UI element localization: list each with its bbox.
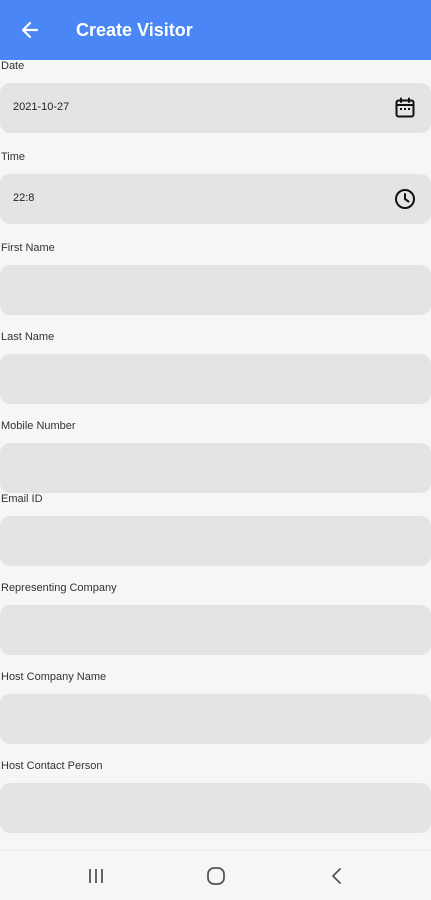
representing-company-field[interactable] — [0, 605, 431, 655]
last-name-field[interactable] — [0, 354, 431, 404]
first-name-field[interactable] — [0, 265, 431, 315]
last-name-label: Last Name — [1, 331, 55, 343]
time-label: Time — [1, 151, 26, 163]
visitor-form: Date 2021-10-27 Time 22:8 First Name Las… — [0, 60, 431, 850]
host-contact-person-label: Host Contact Person — [1, 760, 103, 772]
email-id-label: Email ID — [1, 493, 43, 505]
host-contact-person-field[interactable] — [0, 783, 431, 833]
email-id-field[interactable] — [0, 516, 431, 566]
page-title: Create Visitor — [76, 20, 193, 40]
host-company-name-label: Host Company Name — [1, 671, 107, 683]
back-button[interactable] — [12, 12, 48, 48]
date-label: Date — [1, 60, 25, 72]
date-value: 2021-10-27 — [13, 101, 70, 113]
representing-company-label: Representing Company — [1, 582, 117, 594]
recents-icon — [89, 869, 103, 883]
system-navigation-bar — [0, 850, 431, 900]
mobile-number-field[interactable] — [0, 443, 431, 493]
home-button[interactable] — [203, 863, 229, 889]
clock-icon[interactable] — [393, 187, 417, 211]
mobile-number-label: Mobile Number — [1, 420, 76, 432]
arrow-left-icon — [21, 21, 39, 39]
calendar-icon[interactable] — [393, 96, 417, 120]
app-bar: Create Visitor — [0, 0, 431, 60]
system-back-button[interactable] — [324, 863, 350, 889]
date-field[interactable]: 2021-10-27 — [0, 83, 431, 133]
time-value: 22:8 — [13, 192, 35, 204]
back-chevron-icon — [332, 868, 341, 884]
recents-button[interactable] — [83, 863, 109, 889]
first-name-label: First Name — [1, 242, 55, 254]
home-icon — [207, 867, 225, 885]
time-field[interactable]: 22:8 — [0, 174, 431, 224]
host-company-name-field[interactable] — [0, 694, 431, 744]
